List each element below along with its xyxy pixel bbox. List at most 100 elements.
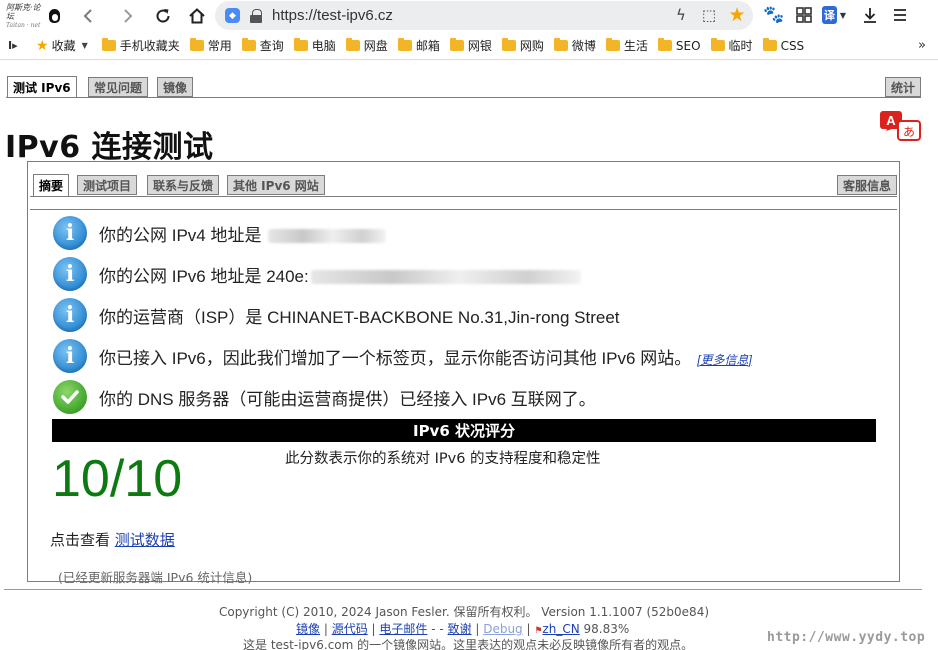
bookmark-folder[interactable]: 网盘 <box>345 37 388 54</box>
footer-link-source[interactable]: 源代码 <box>332 622 368 636</box>
redacted-ipv4-address <box>268 229 387 244</box>
translate-icon: 译 <box>822 6 837 24</box>
footer-link-debug[interactable]: Debug <box>483 622 522 636</box>
bookmarks-bar: I▸ ★ 收藏 ▼ 手机收藏夹 常用 查询 电脑 网盘 邮箱 网银 网购 微博 … <box>0 32 938 60</box>
grid-apps-icon[interactable] <box>792 3 816 27</box>
folder-icon <box>293 38 308 51</box>
footer-copyright: Copyright (C) 2010, 2024 Jason Fesler. 保… <box>218 605 710 619</box>
star-icon: ★ <box>36 37 49 54</box>
home-button[interactable] <box>182 1 212 31</box>
reload-icon <box>156 9 170 23</box>
footer-links: 镜像 | 源代码 | 电子邮件 - - 致谢 | Debug | ⚑zh_CN … <box>296 622 630 636</box>
subtab-support-info[interactable]: 客服信息 <box>837 175 898 195</box>
info-icon: i <box>53 257 87 291</box>
more-info-link[interactable]: [更多信息] <box>697 353 752 367</box>
result-isp: i 你的运营商（ISP）是 CHINANET-BACKBONE No.31,Ji… <box>53 297 620 333</box>
tab-mirrors[interactable]: 镜像 <box>157 77 194 97</box>
bookmark-folder[interactable]: 生活 <box>605 37 648 54</box>
language-translate-icon[interactable]: A あ <box>878 109 924 143</box>
folder-icon <box>710 38 725 51</box>
bookmark-folder[interactable]: 手机收藏夹 <box>101 37 180 54</box>
folder-icon <box>189 38 204 51</box>
checkmark-icon <box>53 380 87 414</box>
result-ipv6-tab-added: i 你已接入 IPv6，因此我们增加了一个标签页，显示你能否访问其他 IPv6 … <box>53 338 752 374</box>
bookmark-folder[interactable]: 网银 <box>449 37 492 54</box>
stats-updated-note: (已经更新服务器端 IPv6 统计信息) <box>58 570 253 585</box>
tab-stats[interactable]: 统计 <box>885 77 922 97</box>
folder-icon <box>241 38 256 51</box>
browser-toolbar: 阿斯克·论坛 Taitan · net ◆ https://test-ipv6.… <box>0 0 938 32</box>
tab-test-ipv6[interactable]: 测试 IPv6 <box>7 76 77 98</box>
screenshot-icon[interactable]: ⬚ <box>699 5 719 25</box>
bookmark-folder[interactable]: 邮箱 <box>397 37 440 54</box>
subtab-tests[interactable]: 测试项目 <box>77 175 138 195</box>
footer-link-email[interactable]: 电子邮件 <box>379 622 427 636</box>
back-button[interactable] <box>74 1 104 31</box>
bookmark-folder[interactable]: 临时 <box>710 37 753 54</box>
bookmark-folder[interactable]: 查询 <box>241 37 284 54</box>
ipv6-score: 10/10 <box>52 450 183 508</box>
subtab-divider <box>30 196 897 197</box>
tab-faq[interactable]: 常见问题 <box>88 77 149 97</box>
subtab-other-sites[interactable]: 其他 IPv6 网站 <box>227 175 325 195</box>
home-icon <box>189 8 205 24</box>
baidu-paw-icon[interactable]: 🐾 <box>762 3 786 27</box>
reload-button[interactable] <box>148 1 178 31</box>
locale-percent: 98.83% <box>583 622 630 636</box>
bookmark-folder[interactable]: 网购 <box>501 37 544 54</box>
translate-button[interactable]: 译 ▼ <box>822 3 846 27</box>
redacted-ipv6-address <box>310 270 581 285</box>
forward-button[interactable] <box>112 1 142 31</box>
svg-text:A: A <box>886 113 896 128</box>
footer-link-mirrors[interactable]: 镜像 <box>296 622 320 636</box>
lock-icon <box>250 8 262 23</box>
score-header: IPv6 状况评分 <box>52 419 876 442</box>
sidebar-toggle-icon[interactable]: I▸ <box>8 39 22 52</box>
footer-link-locale[interactable]: zh_CN <box>542 622 579 636</box>
forward-arrow-icon <box>124 9 133 23</box>
folder-icon <box>762 38 777 51</box>
info-icon: i <box>53 339 87 373</box>
subtab-divider <box>30 209 897 210</box>
bookmark-folder[interactable]: CSS <box>762 38 804 53</box>
folder-icon <box>501 38 516 51</box>
footer-divider <box>4 589 922 590</box>
qq-penguin-icon <box>48 9 60 23</box>
address-bar[interactable]: ◆ https://test-ipv6.cz ϟ ⬚ ★ <box>215 1 753 30</box>
bookmark-favorites[interactable]: ★ 收藏 ▼ <box>36 37 88 54</box>
site-logo[interactable]: 阿斯克·论坛 Taitan · net <box>6 3 60 29</box>
result-ipv6: i 你的公网 IPv6 地址是 240e: <box>53 256 581 292</box>
lightning-icon[interactable]: ϟ <box>671 5 691 25</box>
bookmark-folder[interactable]: 微博 <box>553 37 596 54</box>
page-title: IPv6 连接测试 <box>5 130 214 165</box>
subtab-summary[interactable]: 摘要 <box>33 174 70 197</box>
footer-mirror-note: 这是 test-ipv6.com 的一个镜像网站。这里表达的观点未必反映镜像所有… <box>243 638 694 650</box>
folder-icon <box>345 38 360 51</box>
score-description: 此分数表示你的系统对 IPv6 的支持程度和稳定性 <box>285 451 601 467</box>
svg-text:あ: あ <box>903 125 915 139</box>
info-icon: i <box>53 298 87 332</box>
back-arrow-icon <box>83 9 92 23</box>
folder-icon <box>553 38 568 51</box>
chevron-down-icon: ▼ <box>839 10 846 20</box>
bookmark-folder[interactable]: 常用 <box>189 37 232 54</box>
test-data-line: 点击查看 测试数据 <box>50 531 175 549</box>
footer-link-thanks[interactable]: 致谢 <box>448 622 472 636</box>
url-text[interactable]: https://test-ipv6.cz <box>272 7 393 24</box>
folder-icon <box>449 38 464 51</box>
bookmark-folder[interactable]: SEO <box>657 38 701 53</box>
menu-icon[interactable] <box>888 3 912 27</box>
folder-icon <box>605 38 620 51</box>
test-data-link[interactable]: 测试数据 <box>115 531 175 549</box>
folder-icon <box>657 38 672 51</box>
subtab-contact[interactable]: 联系与反馈 <box>147 175 220 195</box>
bookmark-folder[interactable]: 电脑 <box>293 37 336 54</box>
bookmark-star-icon[interactable]: ★ <box>727 4 747 26</box>
content-panel: 摘要 测试项目 联系与反馈 其他 IPv6 网站 客服信息 i 你的公网 IPv… <box>27 161 900 585</box>
bookmarks-overflow-button[interactable]: » <box>918 38 926 53</box>
result-dns: 你的 DNS 服务器（可能由运营商提供）已经接入 IPv6 互联网了。 <box>53 379 596 415</box>
folder-icon <box>397 38 412 51</box>
security-shield-icon: ◆ <box>225 8 240 23</box>
download-icon[interactable] <box>858 3 882 27</box>
chevron-down-icon: ▼ <box>81 41 88 50</box>
